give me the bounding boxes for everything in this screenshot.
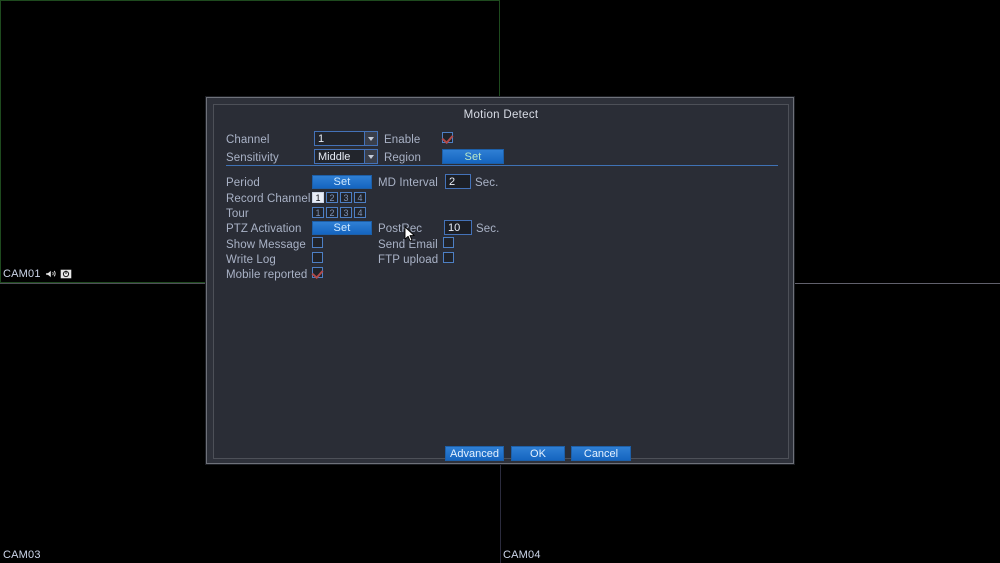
md-interval-input[interactable]: 2 <box>445 174 471 189</box>
motion-detect-dialog: Motion Detect Channel 1 Enable Sensitivi… <box>206 97 794 464</box>
channel-chip-4[interactable]: 4 <box>354 207 366 218</box>
advanced-button[interactable]: Advanced <box>445 446 504 461</box>
region-set-button[interactable]: Set <box>442 149 504 164</box>
channel-chip-1[interactable]: 1 <box>312 207 324 218</box>
dialog-title: Motion Detect <box>463 109 539 121</box>
channel-chip-2[interactable]: 2 <box>326 207 338 218</box>
label-send-email: Send Email <box>378 239 438 251</box>
label-md-interval: MD Interval <box>378 177 438 189</box>
camera-label-cam03: CAM03 <box>3 549 41 561</box>
channel-chip-4[interactable]: 4 <box>354 192 366 203</box>
sensitivity-select[interactable]: Middle <box>314 149 378 164</box>
show-message-checkbox[interactable] <box>312 237 323 248</box>
mobile-reported-checkbox[interactable] <box>312 267 323 278</box>
label-md-interval-unit: Sec. <box>475 177 499 189</box>
channel-chip-1[interactable]: 1 <box>312 192 324 203</box>
label-record-channel: Record Channel <box>226 193 311 205</box>
record-icon <box>59 269 72 279</box>
camera-label-cam04: CAM04 <box>503 549 541 561</box>
ptz-activation-set-button[interactable]: Set <box>312 221 372 235</box>
label-write-log: Write Log <box>226 254 276 266</box>
label-show-message: Show Message <box>226 239 306 251</box>
ftp-upload-checkbox[interactable] <box>443 252 454 263</box>
label-postrec-unit: Sec. <box>476 223 500 235</box>
label-period: Period <box>226 177 260 189</box>
sensitivity-select-value: Middle <box>318 150 351 163</box>
period-set-button[interactable]: Set <box>312 175 372 189</box>
camera-label-cam01: CAM01 <box>3 268 72 280</box>
write-log-checkbox[interactable] <box>312 252 323 263</box>
camera-label-text: CAM03 <box>3 549 41 561</box>
camera-label-text: CAM01 <box>3 268 41 280</box>
ok-button[interactable]: OK <box>511 446 565 461</box>
label-mobile-reported: Mobile reported <box>226 269 308 281</box>
label-region: Region <box>384 152 422 164</box>
speaker-icon <box>45 269 56 279</box>
label-ftp-upload: FTP upload <box>378 254 439 266</box>
channel-chip-3[interactable]: 3 <box>340 207 352 218</box>
label-tour: Tour <box>226 208 249 220</box>
camera-label-text: CAM04 <box>503 549 541 561</box>
channel-select[interactable]: 1 <box>314 131 378 146</box>
dialog-body: Motion Detect Channel 1 Enable Sensitivi… <box>213 104 789 461</box>
chevron-down-icon[interactable] <box>364 150 377 163</box>
chevron-down-icon[interactable] <box>364 132 377 145</box>
cancel-button[interactable]: Cancel <box>571 446 631 461</box>
record-channel-chips[interactable]: 1234 <box>312 192 366 203</box>
enable-checkbox[interactable] <box>442 132 453 143</box>
label-enable: Enable <box>384 134 421 146</box>
label-postrec: PostRec <box>378 223 423 235</box>
section-separator <box>226 165 778 166</box>
channel-chip-2[interactable]: 2 <box>326 192 338 203</box>
channel-chip-3[interactable]: 3 <box>340 192 352 203</box>
tour-channel-chips[interactable]: 1234 <box>312 207 366 218</box>
send-email-checkbox[interactable] <box>443 237 454 248</box>
label-sensitivity: Sensitivity <box>226 152 279 164</box>
label-channel: Channel <box>226 134 270 146</box>
postrec-input[interactable]: 10 <box>444 220 472 235</box>
channel-select-value: 1 <box>318 132 325 145</box>
postrec-value: 10 <box>448 221 461 234</box>
md-interval-value: 2 <box>449 175 456 188</box>
label-ptz-activation: PTZ Activation <box>226 223 302 235</box>
